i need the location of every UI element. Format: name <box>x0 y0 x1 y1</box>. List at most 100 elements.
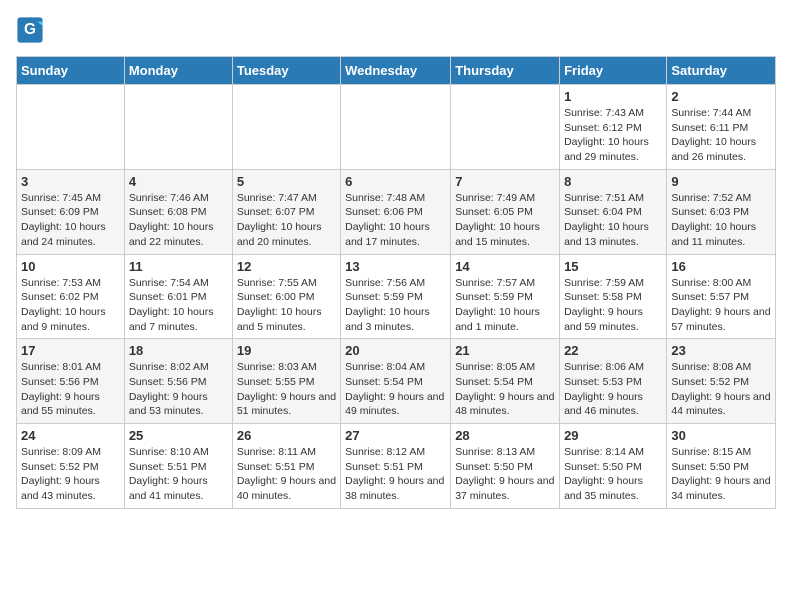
day-info: Sunrise: 7:51 AMSunset: 6:04 PMDaylight:… <box>564 191 662 250</box>
calendar-cell: 30 Sunrise: 8:15 AMSunset: 5:50 PMDayligh… <box>667 424 776 509</box>
day-number: 13 <box>345 259 446 274</box>
day-number: 30 <box>671 428 771 443</box>
calendar-cell: 3 Sunrise: 7:45 AMSunset: 6:09 PMDaylight… <box>17 169 125 254</box>
day-info: Sunrise: 7:48 AMSunset: 6:06 PMDaylight:… <box>345 191 446 250</box>
logo-icon: G <box>16 16 44 44</box>
calendar-cell: 27Sunrise: 8:12 AMSunset: 5:51 PMDayligh… <box>341 424 451 509</box>
calendar-cell <box>451 85 560 170</box>
day-info: Sunrise: 7:53 AMSunset: 6:02 PMDaylight:… <box>21 276 120 335</box>
calendar-cell <box>124 85 232 170</box>
day-number: 1 <box>564 89 662 104</box>
logo: G <box>16 16 46 44</box>
calendar-cell: 12 Sunrise: 7:55 AMSunset: 6:00 PMDayligh… <box>232 254 340 339</box>
day-number: 17 <box>21 343 120 358</box>
day-number: 8 <box>564 174 662 189</box>
weekday-header: Monday <box>124 57 232 85</box>
day-number: 26 <box>237 428 336 443</box>
svg-text:G: G <box>24 21 36 38</box>
calendar-cell: 24 Sunrise: 8:09 AMSunset: 5:52 PMDayligh… <box>17 424 125 509</box>
day-number: 29 <box>564 428 662 443</box>
calendar-cell: 11 Sunrise: 7:54 AMSunset: 6:01 PMDayligh… <box>124 254 232 339</box>
calendar-week-row: 17 Sunrise: 8:01 AMSunset: 5:56 PMDayligh… <box>17 339 776 424</box>
calendar-week-row: 1 Sunrise: 7:43 AMSunset: 6:12 PMDaylight… <box>17 85 776 170</box>
day-number: 11 <box>129 259 228 274</box>
weekday-header: Friday <box>560 57 667 85</box>
day-info: Sunrise: 7:45 AMSunset: 6:09 PMDaylight:… <box>21 191 120 250</box>
day-info: Sunrise: 8:09 AMSunset: 5:52 PMDaylight:… <box>21 445 120 504</box>
calendar-cell: 25Sunrise: 8:10 AMSunset: 5:51 PMDayligh… <box>124 424 232 509</box>
day-number: 14 <box>455 259 555 274</box>
day-number: 9 <box>671 174 771 189</box>
calendar-cell: 6 Sunrise: 7:48 AMSunset: 6:06 PMDaylight… <box>341 169 451 254</box>
day-number: 4 <box>129 174 228 189</box>
day-info: Sunrise: 8:11 AMSunset: 5:51 PMDaylight:… <box>237 445 336 504</box>
day-info: Sunrise: 7:52 AMSunset: 6:03 PMDaylight:… <box>671 191 771 250</box>
calendar-cell: 1 Sunrise: 7:43 AMSunset: 6:12 PMDaylight… <box>560 85 667 170</box>
calendar-cell <box>232 85 340 170</box>
calendar-cell: 18 Sunrise: 8:02 AMSunset: 5:56 PMDayligh… <box>124 339 232 424</box>
day-info: Sunrise: 7:49 AMSunset: 6:05 PMDaylight:… <box>455 191 555 250</box>
day-number: 2 <box>671 89 771 104</box>
calendar-cell: 17 Sunrise: 8:01 AMSunset: 5:56 PMDayligh… <box>17 339 125 424</box>
day-number: 22 <box>564 343 662 358</box>
day-info: Sunrise: 7:54 AMSunset: 6:01 PMDaylight:… <box>129 276 228 335</box>
day-number: 28 <box>455 428 555 443</box>
day-info: Sunrise: 8:13 AMSunset: 5:50 PMDaylight:… <box>455 445 555 504</box>
day-info: Sunrise: 8:02 AMSunset: 5:56 PMDaylight:… <box>129 360 228 419</box>
day-info: Sunrise: 8:00 AMSunset: 5:57 PMDaylight:… <box>671 276 771 335</box>
day-number: 23 <box>671 343 771 358</box>
weekday-header: Saturday <box>667 57 776 85</box>
day-info: Sunrise: 7:55 AMSunset: 6:00 PMDaylight:… <box>237 276 336 335</box>
calendar-cell: 16 Sunrise: 8:00 AMSunset: 5:57 PMDayligh… <box>667 254 776 339</box>
calendar-cell: 19 Sunrise: 8:03 AMSunset: 5:55 PMDayligh… <box>232 339 340 424</box>
calendar-cell: 21 Sunrise: 8:05 AMSunset: 5:54 PMDayligh… <box>451 339 560 424</box>
day-info: Sunrise: 7:56 AMSunset: 5:59 PMDaylight:… <box>345 276 446 335</box>
day-number: 3 <box>21 174 120 189</box>
calendar-cell: 29Sunrise: 8:14 AMSunset: 5:50 PMDayligh… <box>560 424 667 509</box>
weekday-header: Wednesday <box>341 57 451 85</box>
calendar-cell: 22 Sunrise: 8:06 AMSunset: 5:53 PMDayligh… <box>560 339 667 424</box>
day-number: 19 <box>237 343 336 358</box>
calendar-cell: 23 Sunrise: 8:08 AMSunset: 5:52 PMDayligh… <box>667 339 776 424</box>
day-number: 12 <box>237 259 336 274</box>
day-number: 6 <box>345 174 446 189</box>
calendar-cell: 5Sunrise: 7:47 AMSunset: 6:07 PMDaylight… <box>232 169 340 254</box>
calendar-cell: 8 Sunrise: 7:51 AMSunset: 6:04 PMDaylight… <box>560 169 667 254</box>
calendar-header-row: SundayMondayTuesdayWednesdayThursdayFrid… <box>17 57 776 85</box>
day-info: Sunrise: 7:43 AMSunset: 6:12 PMDaylight:… <box>564 106 662 165</box>
day-info: Sunrise: 8:05 AMSunset: 5:54 PMDaylight:… <box>455 360 555 419</box>
calendar-cell: 15Sunrise: 7:59 AMSunset: 5:58 PMDayligh… <box>560 254 667 339</box>
calendar-week-row: 10 Sunrise: 7:53 AMSunset: 6:02 PMDayligh… <box>17 254 776 339</box>
day-info: Sunrise: 8:15 AMSunset: 5:50 PMDaylight:… <box>671 445 771 504</box>
calendar-week-row: 24 Sunrise: 8:09 AMSunset: 5:52 PMDayligh… <box>17 424 776 509</box>
calendar-body: 1 Sunrise: 7:43 AMSunset: 6:12 PMDaylight… <box>17 85 776 509</box>
day-info: Sunrise: 8:04 AMSunset: 5:54 PMDaylight:… <box>345 360 446 419</box>
day-info: Sunrise: 8:06 AMSunset: 5:53 PMDaylight:… <box>564 360 662 419</box>
day-number: 10 <box>21 259 120 274</box>
day-info: Sunrise: 8:08 AMSunset: 5:52 PMDaylight:… <box>671 360 771 419</box>
day-info: Sunrise: 7:44 AMSunset: 6:11 PMDaylight:… <box>671 106 771 165</box>
calendar-cell: 4 Sunrise: 7:46 AMSunset: 6:08 PMDaylight… <box>124 169 232 254</box>
day-number: 16 <box>671 259 771 274</box>
calendar-cell: 14Sunrise: 7:57 AMSunset: 5:59 PMDayligh… <box>451 254 560 339</box>
day-number: 27 <box>345 428 446 443</box>
calendar-cell <box>341 85 451 170</box>
day-number: 7 <box>455 174 555 189</box>
day-info: Sunrise: 8:01 AMSunset: 5:56 PMDaylight:… <box>21 360 120 419</box>
weekday-header: Thursday <box>451 57 560 85</box>
calendar-cell <box>17 85 125 170</box>
weekday-header: Sunday <box>17 57 125 85</box>
calendar-table: SundayMondayTuesdayWednesdayThursdayFrid… <box>16 56 776 509</box>
day-number: 21 <box>455 343 555 358</box>
day-number: 24 <box>21 428 120 443</box>
day-info: Sunrise: 8:03 AMSunset: 5:55 PMDaylight:… <box>237 360 336 419</box>
day-number: 15 <box>564 259 662 274</box>
day-info: Sunrise: 7:46 AMSunset: 6:08 PMDaylight:… <box>129 191 228 250</box>
day-number: 20 <box>345 343 446 358</box>
day-info: Sunrise: 8:10 AMSunset: 5:51 PMDaylight:… <box>129 445 228 504</box>
day-number: 18 <box>129 343 228 358</box>
calendar-cell: 2 Sunrise: 7:44 AMSunset: 6:11 PMDaylight… <box>667 85 776 170</box>
calendar-cell: 26 Sunrise: 8:11 AMSunset: 5:51 PMDayligh… <box>232 424 340 509</box>
calendar-cell: 13 Sunrise: 7:56 AMSunset: 5:59 PMDayligh… <box>341 254 451 339</box>
calendar-cell: 7 Sunrise: 7:49 AMSunset: 6:05 PMDaylight… <box>451 169 560 254</box>
